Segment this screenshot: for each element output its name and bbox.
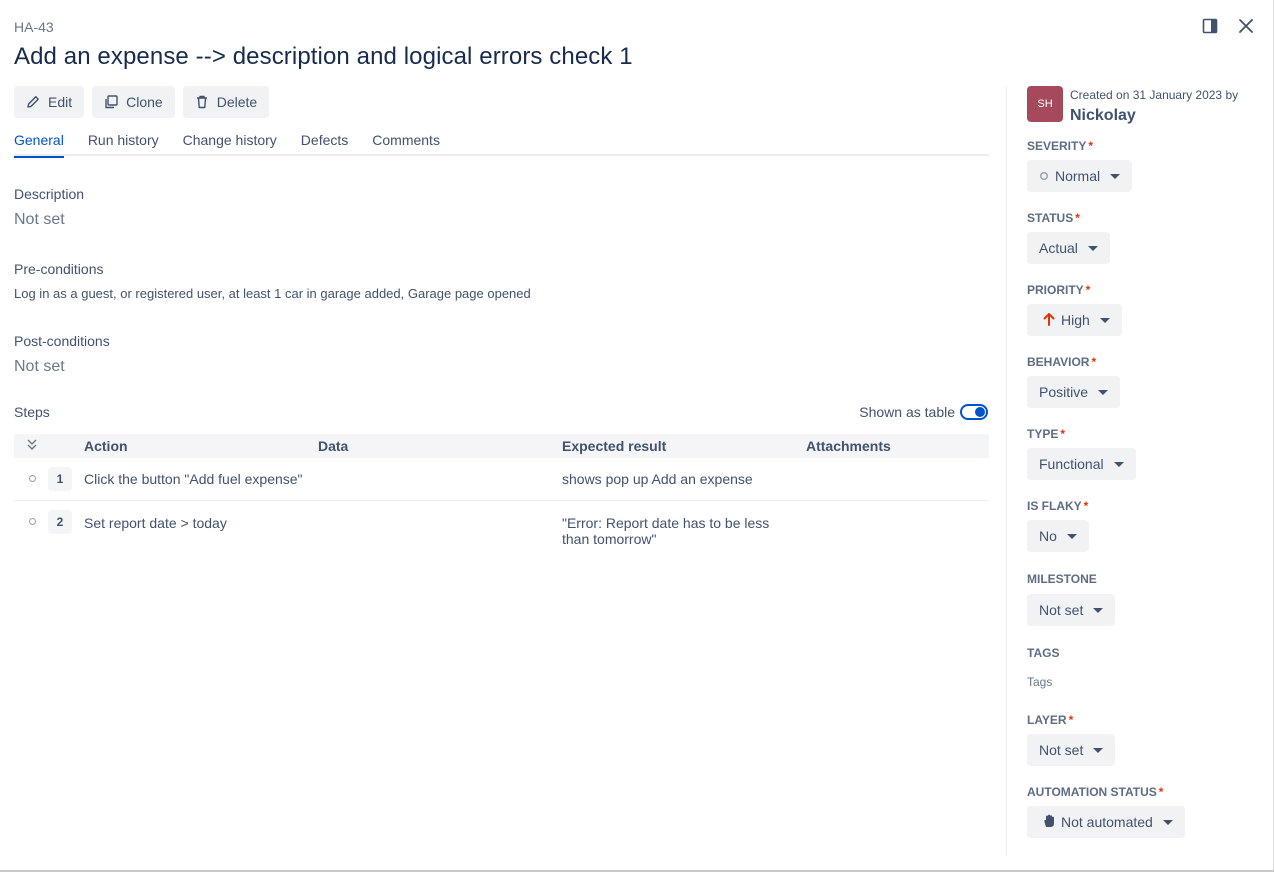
column-header-action: Action [84,438,128,454]
edit-label: Edit [48,94,73,110]
step-expected[interactable]: "Error: Report date has to be less than … [562,515,769,547]
copy-icon [104,95,118,109]
layer-label: LAYER * [1027,713,1074,727]
test-case-panel: HA-43 Add an expense --> description and… [0,0,1274,872]
priority-dropdown[interactable]: High [1027,304,1122,336]
layer-value: Not set [1039,742,1084,758]
chevron-down-icon [1099,317,1110,323]
clone-button[interactable]: Clone [92,86,175,118]
hand-icon [1043,814,1055,831]
step-expected-line: than tomorrow" [562,531,657,547]
tags-label: TAGS [1027,646,1060,660]
column-header-attachments: Attachments [806,438,891,454]
close-icon[interactable] [1237,15,1255,37]
shown-as-table-label: Shown as table [859,404,955,420]
created-text: Created on 31 January 2023 by [1070,88,1239,102]
description-label: Description [14,186,85,202]
step-expected-line: "Error: Report date has to be less [562,515,770,531]
chevron-down-icon [1087,245,1098,251]
column-header-expected: Expected result [562,438,667,454]
is-flaky-label: IS FLAKY * [1027,499,1089,513]
priority-label: PRIORITY * [1027,283,1091,297]
description-value[interactable]: Not set [14,211,65,229]
milestone-dropdown[interactable]: Not set [1027,594,1116,626]
behavior-value: Positive [1039,384,1089,400]
clone-label: Clone [126,94,163,110]
step-action[interactable]: Click the button "Add fuel expense" [84,471,303,487]
toolbar: Edit Clone Delete [14,86,270,118]
panel-toggle-icon[interactable] [1201,15,1219,37]
chevron-down-icon [1093,747,1104,753]
step-status-dot [29,475,36,482]
priority-value: High [1061,312,1090,328]
layer-dropdown[interactable]: Not set [1027,734,1116,766]
status-label: STATUS * [1027,211,1080,225]
steps-label: Steps [14,404,50,420]
trash-icon [195,95,209,109]
shown-as-table-toggle[interactable] [960,404,988,420]
avatar: SH [1027,86,1063,122]
step-action[interactable]: Set report date > today [84,515,227,531]
steps-table: Action Data Expected result Attachments … [14,434,989,561]
table-row[interactable]: 1 Click the button "Add fuel expense" sh… [14,458,989,501]
top-icons [1201,15,1255,37]
column-header-data: Data [318,438,349,454]
shown-as-table-control: Shown as table [859,404,988,420]
chevron-down-icon [1110,173,1121,179]
behavior-dropdown[interactable]: Positive [1027,376,1121,408]
arrow-up-icon [1043,312,1055,329]
severity-value: Normal [1055,168,1101,184]
circle-icon [1039,168,1049,184]
delete-label: Delete [216,94,258,110]
tab-change-history[interactable]: Change history [183,132,277,156]
step-status-dot [29,518,36,525]
edit-button[interactable]: Edit [14,86,85,118]
table-row[interactable]: 2 Set report date > today "Error: Report… [14,501,989,561]
severity-label: SEVERITY * [1027,139,1094,153]
behavior-label: BEHAVIOR * [1027,355,1097,369]
chevron-down-icon [1066,533,1077,539]
tab-comments[interactable]: Comments [372,132,440,156]
creator-name: Nickolay [1070,107,1136,124]
postconditions-label: Post-conditions [14,333,110,349]
is-flaky-value: No [1039,528,1057,544]
status-value: Actual [1039,240,1078,256]
preconditions-label: Pre-conditions [14,261,104,277]
pencil-icon [26,95,40,109]
status-dropdown[interactable]: Actual [1027,232,1110,264]
automation-status-dropdown[interactable]: Not automated [1027,806,1185,838]
tab-run-history[interactable]: Run history [88,132,159,156]
tab-bar: General Run history Change history Defec… [14,132,989,158]
steps-table-header: Action Data Expected result Attachments [14,434,989,458]
delete-button[interactable]: Delete [182,86,270,118]
preconditions-value[interactable]: Log in as a guest, or registered user, a… [14,286,531,301]
step-number: 2 [48,510,72,534]
chevron-down-icon [1113,461,1124,467]
severity-dropdown[interactable]: Normal [1027,160,1133,192]
type-label: TYPE * [1027,427,1066,441]
is-flaky-dropdown[interactable]: No [1027,520,1089,552]
sidebar-divider [1006,86,1007,856]
automation-status-value: Not automated [1061,814,1153,830]
step-expected[interactable]: shows pop up Add an expense [562,471,753,487]
tab-defects[interactable]: Defects [301,132,348,156]
collapse-all-icon[interactable] [26,438,38,455]
case-key: HA-43 [14,19,54,35]
chevron-down-icon [1098,389,1109,395]
type-value: Functional [1039,456,1104,472]
chevron-down-icon [1093,607,1104,613]
page-title: Add an expense --> description and logic… [14,43,633,70]
milestone-label: MILESTONE [1027,572,1097,586]
milestone-value: Not set [1039,602,1084,618]
postconditions-value[interactable]: Not set [14,358,65,376]
type-dropdown[interactable]: Functional [1027,448,1136,480]
tab-general[interactable]: General [14,132,64,158]
automation-status-label: AUTOMATION STATUS * [1027,785,1164,799]
chevron-down-icon [1162,819,1173,825]
tags-input[interactable]: Tags [1027,675,1052,689]
step-number: 1 [48,467,72,491]
